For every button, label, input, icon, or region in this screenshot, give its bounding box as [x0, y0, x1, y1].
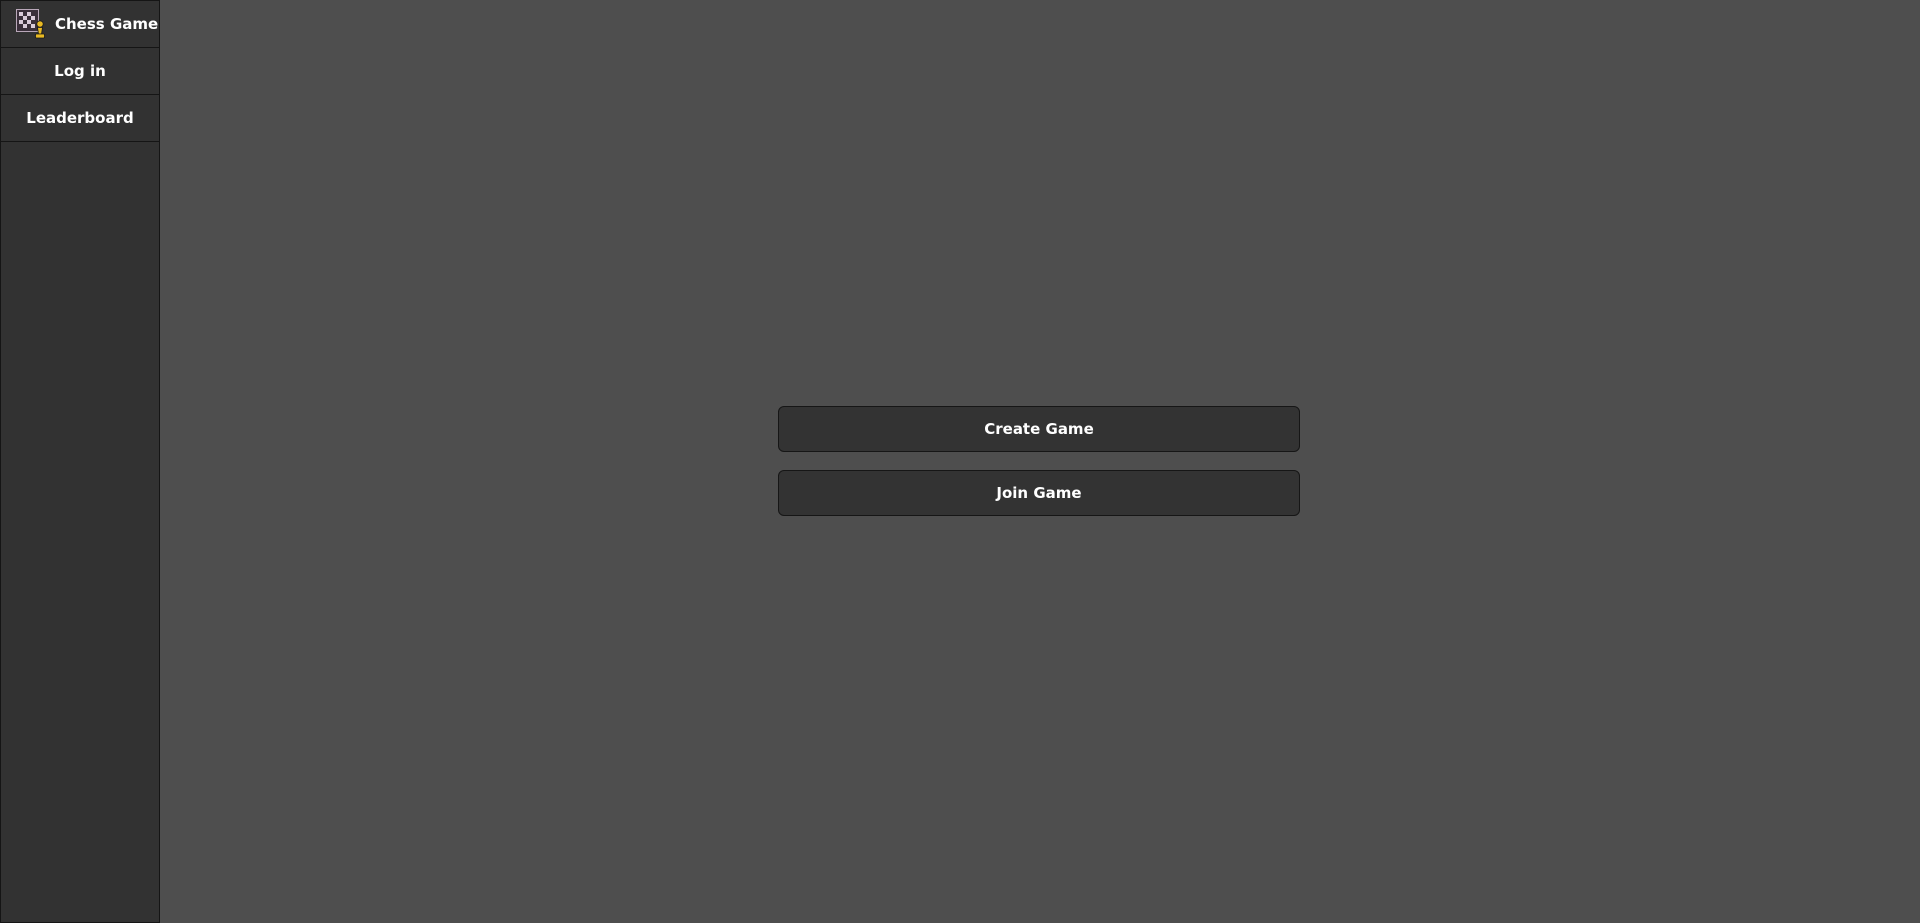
create-game-button[interactable]: Create Game	[778, 406, 1300, 452]
sidebar: Chess Game Log in Leaderboard	[0, 0, 160, 923]
app-title: Chess Game	[55, 15, 159, 33]
sidebar-item-log-in[interactable]: Log in	[1, 48, 159, 95]
join-game-button[interactable]: Join Game	[778, 470, 1300, 516]
sidebar-item-leaderboard[interactable]: Leaderboard	[1, 95, 159, 142]
sidebar-brand[interactable]: Chess Game	[1, 1, 159, 48]
chessboard-pawn-logo-icon	[16, 8, 45, 38]
app-root: Chess Game Log in Leaderboard Create Gam…	[0, 0, 1920, 923]
main-content: Create Game Join Game	[160, 0, 1920, 923]
